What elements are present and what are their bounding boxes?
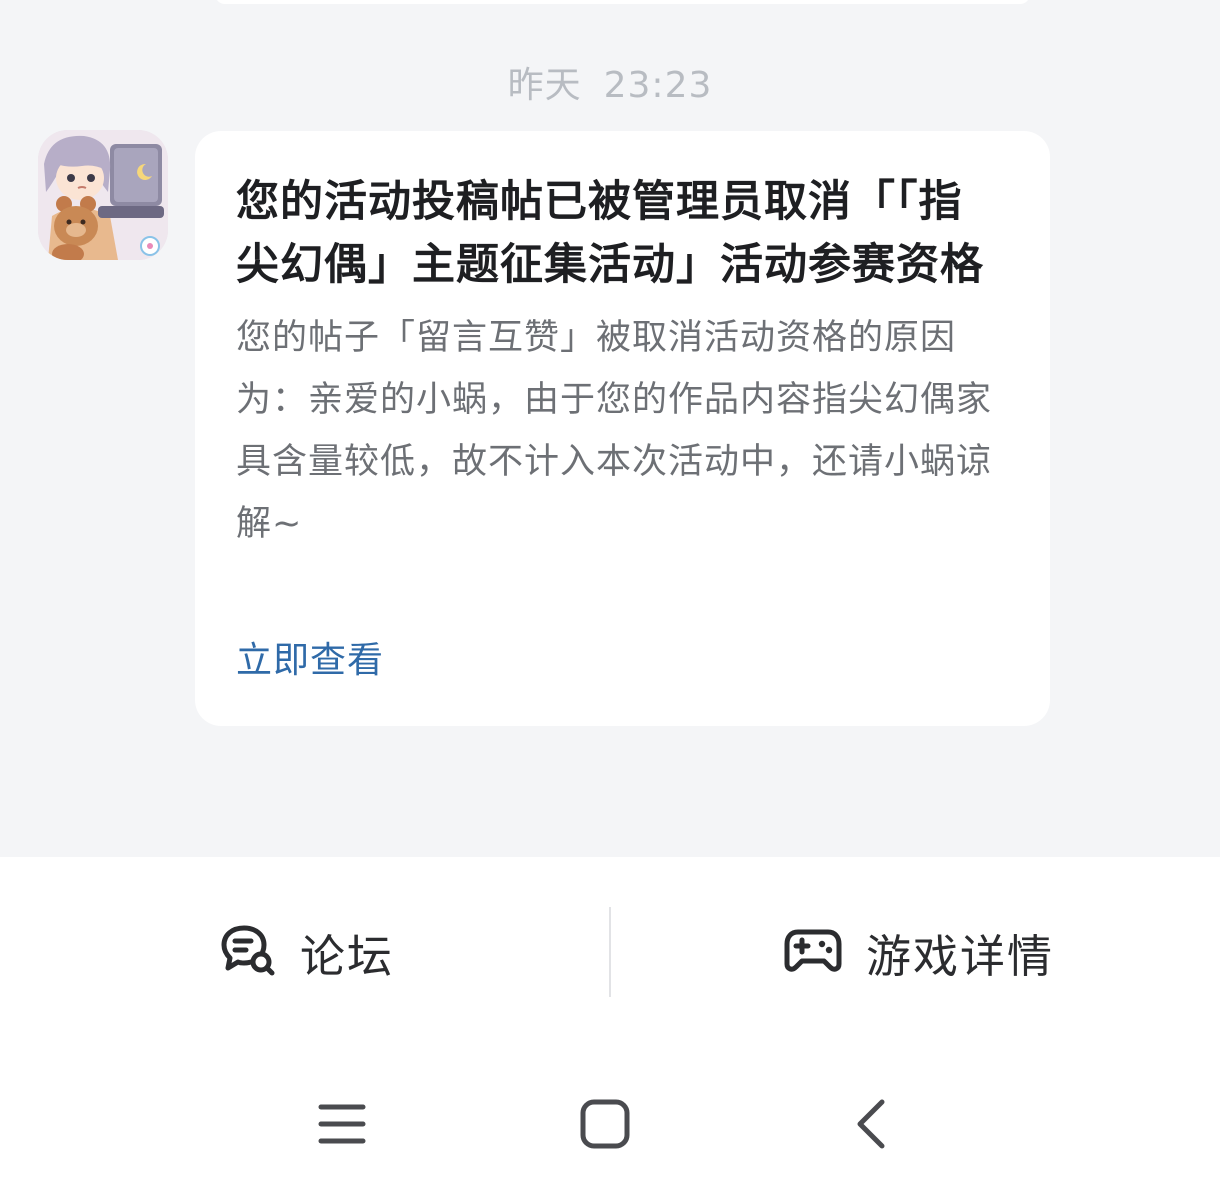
notification-body: 您的帖子「留言互赞」被取消活动资格的原因为：亲爱的小蜗，由于您的作品内容指尖幻偶…: [236, 318, 993, 544]
timestamp-time: 23:23: [603, 65, 713, 106]
timestamp-day: 昨天: [507, 65, 582, 106]
message-page: 昨天 23:23 您的活动投稿帖已被管理员取消「「指尖幻偶」主题征集活动」活动参…: [0, 0, 1220, 1199]
home-icon[interactable]: [578, 1089, 632, 1159]
forum-chat-icon: [220, 922, 276, 982]
notification-card[interactable]: 您的活动投稿帖已被管理员取消「「指尖幻偶」主题征集活动」活动参赛资格 您的帖子「…: [195, 131, 1050, 726]
game-details-label: 游戏详情: [866, 929, 1055, 983]
forum-button[interactable]: 论坛: [220, 917, 394, 987]
view-now-link[interactable]: 立即查看: [236, 631, 384, 683]
forum-label: 论坛: [300, 929, 395, 983]
previous-message-card: [215, 0, 1030, 4]
bar-divider: [609, 907, 611, 997]
game-avatar-icon[interactable]: [38, 130, 168, 260]
bottom-action-bar: 论坛 游戏详情: [0, 857, 1220, 1199]
back-icon[interactable]: [850, 1089, 890, 1159]
timestamp: 昨天 23:23: [0, 56, 1220, 108]
gamepad-icon: [784, 926, 842, 978]
notification-title: 您的活动投稿帖已被管理员取消「「指尖幻偶」主题征集活动」活动参赛资格: [236, 177, 984, 290]
game-details-button[interactable]: 游戏详情: [784, 917, 1054, 987]
menu-icon[interactable]: [316, 1089, 368, 1159]
